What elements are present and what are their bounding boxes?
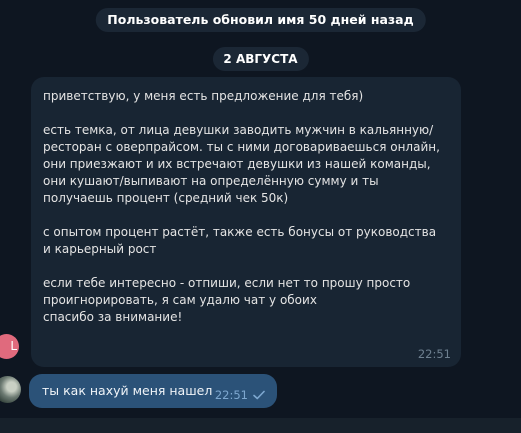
chat-area: Пользователь обновил имя 50 дней назад 2… [0, 0, 521, 433]
own-avatar[interactable] [0, 376, 21, 403]
service-message-name-change: Пользователь обновил имя 50 дней назад [95, 8, 426, 32]
message-input-bar[interactable] [0, 418, 521, 433]
incoming-message-time: 22:51 [417, 347, 451, 361]
incoming-message[interactable]: приветствую, у меня есть предложение для… [31, 77, 461, 367]
date-separator: 2 АВГУСТА [212, 47, 309, 71]
check-icon [253, 390, 265, 400]
outgoing-message-time: 22:51 [214, 388, 248, 402]
outgoing-message-meta: 22:51 [215, 388, 265, 402]
outgoing-message[interactable]: ты как нахуй меня нашел 22:51 [29, 374, 277, 408]
sender-avatar[interactable]: L [0, 334, 19, 359]
incoming-message-text: приветствую, у меня есть предложение для… [43, 89, 440, 324]
